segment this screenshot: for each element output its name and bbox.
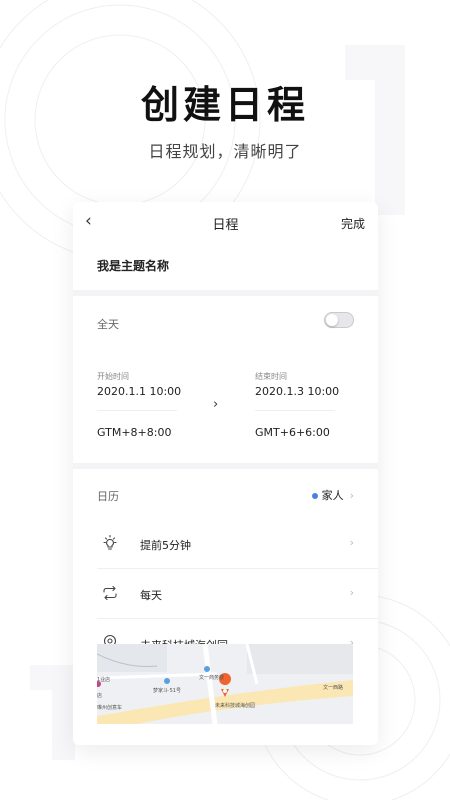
start-time-label: 开始时间 (97, 372, 129, 381)
repeat-text: 每天 (140, 589, 162, 602)
start-time-value: 2020.1.1 10:00 (97, 385, 182, 398)
calendar-row[interactable]: 日历 家人 › (73, 469, 378, 519)
reminder-text: 提前5分钟 (140, 539, 191, 552)
nav-bar: ‹ 日程 完成 (73, 202, 378, 242)
chevron-right-icon: › (213, 397, 219, 412)
page-title: 日程 (212, 218, 239, 233)
schedule-card: ‹ 日程 完成 我是主题名称 全天 开始时间 2020.1.1 10:00 GT… (73, 202, 378, 745)
start-timezone: GTM+8+8:00 (97, 426, 172, 439)
lightbulb-icon (103, 534, 117, 550)
repeat-row[interactable]: 每天 › (73, 569, 378, 619)
all-day-label: 全天 (97, 318, 119, 331)
map-label-a: 梦家斗·51号 (153, 688, 181, 694)
calendar-value: 家人 › (311, 487, 354, 503)
options-section: 日历 家人 › 提前5分钟 › 每天 › › 文一商务楼 梦家斗·51号 1业店… (73, 469, 378, 745)
hero-subtitle: 日程规划，清晰明了 (148, 142, 302, 161)
chevron-right-icon: › (349, 489, 354, 502)
reminder-row[interactable]: 提前5分钟 › (73, 519, 378, 569)
toggle-knob (326, 314, 338, 326)
hero-title: 创建日程 (140, 83, 309, 127)
map-label-poi2: 文一商务楼 (199, 675, 225, 681)
calendar-name: 家人 (321, 489, 344, 502)
map-label-road: 文一西路 (323, 685, 344, 691)
map-graphic (97, 644, 353, 724)
chevron-right-icon: › (349, 586, 354, 599)
end-time-label: 结束时间 (255, 372, 287, 381)
done-button[interactable]: 完成 (341, 215, 365, 232)
time-section: 全天 开始时间 2020.1.1 10:00 GTM+8+8:00 › 结束时间… (73, 296, 378, 463)
map-preview[interactable]: 文一商务楼 梦家斗·51号 1业店 店 琳州创意车 未来科技城海创园 文一西路 (97, 644, 353, 724)
calendar-color-dot (311, 493, 318, 499)
all-day-toggle[interactable] (324, 312, 354, 328)
calendar-label: 日历 (97, 490, 119, 503)
end-time-value: 2020.1.3 10:00 (255, 385, 340, 398)
subject-text: 我是主题名称 (97, 259, 170, 273)
map-label-poi: 未来科技城海创园 (215, 703, 256, 709)
map-label-c: 店 (97, 693, 103, 699)
divider (97, 410, 177, 411)
repeat-icon (103, 585, 117, 601)
chevron-right-icon: › (349, 536, 354, 549)
map-label-d: 琳州创意车 (97, 705, 123, 711)
subject-field[interactable]: 我是主题名称 (73, 242, 378, 290)
start-time-block[interactable]: 开始时间 2020.1.1 10:00 GTM+8+8:00 (97, 371, 181, 439)
map-label-b: 1业店 (97, 677, 111, 683)
end-time-block[interactable]: 结束时间 2020.1.3 10:00 GMT+6+6:00 (255, 371, 339, 439)
end-timezone: GMT+6+6:00 (255, 426, 330, 439)
divider (255, 410, 335, 411)
